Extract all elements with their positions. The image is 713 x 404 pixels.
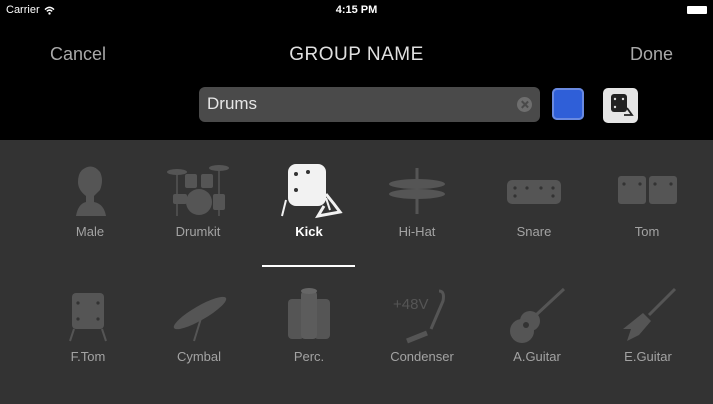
color-swatch-button[interactable] (552, 88, 584, 120)
icon-option-condenser[interactable]: +48V Condenser (363, 285, 481, 364)
icon-option-floor-tom[interactable]: F.Tom (29, 285, 147, 364)
cymbal-icon (173, 296, 227, 342)
icon-label: A.Guitar (513, 349, 561, 364)
icon-option-male[interactable]: Male (31, 160, 149, 239)
selected-indicator (262, 265, 355, 267)
condenser-mic-icon: +48V (393, 289, 445, 344)
drumkit-icon (167, 165, 229, 216)
header: Carrier 4:15 PM Cancel GROUP NAME Done D… (0, 0, 713, 140)
group-name-value[interactable]: Drums (207, 94, 257, 114)
icon-option-drumkit[interactable]: Drumkit (139, 160, 257, 239)
icon-option-electric-guitar[interactable]: E.Guitar (589, 285, 707, 364)
icon-option-hihat[interactable]: Hi-Hat (358, 160, 476, 239)
tom-icon (618, 176, 677, 204)
phantom-power-label: +48V (393, 296, 428, 313)
status-bar: Carrier 4:15 PM (0, 0, 713, 22)
icon-label: Snare (516, 224, 552, 239)
clear-text-icon[interactable] (517, 97, 532, 112)
icon-option-acoustic-guitar[interactable]: A.Guitar (478, 285, 596, 364)
kick-icon (611, 94, 634, 116)
icon-label: F.Tom (70, 349, 106, 364)
status-time: 4:15 PM (335, 4, 378, 16)
icon-label: Male (75, 224, 105, 239)
group-name-screen: Carrier 4:15 PM Cancel GROUP NAME Done D… (0, 0, 713, 404)
acoustic-guitar-icon (510, 287, 566, 343)
group-name-field[interactable]: Drums (199, 87, 540, 122)
page-title: GROUP NAME (289, 44, 424, 65)
icon-option-cymbal[interactable]: Cymbal (140, 285, 258, 364)
percussion-icon (288, 288, 330, 339)
kick-icon (281, 164, 343, 219)
icon-label: Hi-Hat (398, 224, 436, 239)
icon-option-tom[interactable]: Tom (588, 160, 706, 239)
icon-label: Condenser (390, 349, 454, 364)
icon-option-kick[interactable]: Kick (250, 160, 368, 239)
electric-guitar-icon (623, 287, 677, 341)
male-icon (76, 166, 106, 216)
icon-option-percussion[interactable]: Perc. (250, 285, 368, 364)
icon-label: Drumkit (175, 224, 221, 239)
floor-tom-icon (69, 293, 107, 342)
icon-label: Tom (634, 224, 660, 239)
snare-icon (507, 180, 561, 204)
hihat-icon (389, 168, 445, 214)
battery-icon (687, 6, 707, 14)
done-button[interactable]: Done (630, 44, 673, 65)
icon-label: E.Guitar (624, 349, 672, 364)
icon-grid: Male Drumkit Kick Hi-Hat Snare Tom F.Tom… (0, 140, 713, 404)
icon-option-snare[interactable]: Snare (475, 160, 593, 239)
icon-label: Perc. (293, 349, 325, 364)
icon-label: Cymbal (176, 349, 222, 364)
icon-label: Kick (295, 224, 323, 239)
group-icon-button[interactable] (603, 88, 638, 123)
